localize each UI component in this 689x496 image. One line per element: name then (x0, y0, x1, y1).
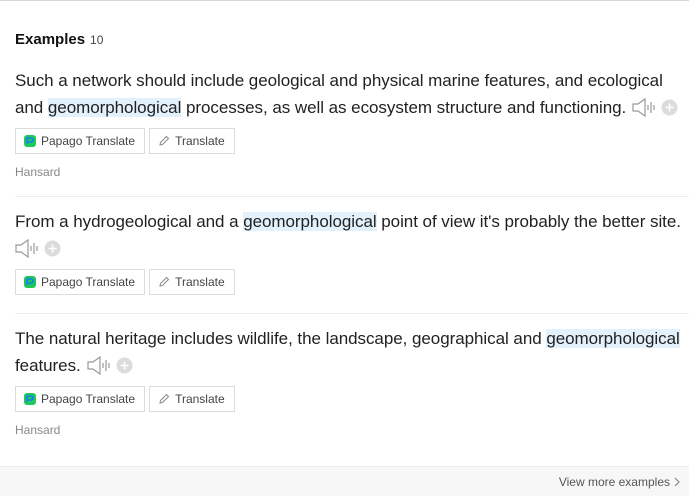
example-count: 10 (90, 33, 104, 47)
example-source: Hansard (15, 423, 61, 437)
highlighted-term: geomorphological (47, 98, 182, 117)
speaker-icon[interactable] (632, 98, 658, 117)
papago-translate-button[interactable]: Papago Translate (15, 128, 146, 154)
highlighted-term: geomorphological (546, 329, 680, 348)
pencil-icon (159, 276, 170, 287)
chevron-right-icon (674, 477, 680, 487)
example-sentence: From a hydrogeological and a geomorpholo… (15, 208, 689, 262)
plus-circle-icon[interactable] (116, 357, 133, 374)
translate-button[interactable]: Translate (149, 269, 235, 295)
pencil-icon (159, 393, 170, 404)
translate-button[interactable]: Translate (149, 386, 235, 412)
example-item: From a hydrogeological and a geomorpholo… (15, 208, 689, 295)
example-divider (15, 313, 689, 314)
examples-header: Examples 10 (15, 31, 103, 48)
plus-circle-icon[interactable] (44, 240, 61, 257)
top-divider (0, 0, 689, 2)
example-divider (15, 196, 689, 197)
papago-translate-button[interactable]: Papago Translate (15, 269, 146, 295)
plus-circle-icon[interactable] (661, 99, 678, 116)
speaker-icon[interactable] (87, 356, 113, 375)
example-sentence: Such a network should include geological… (15, 67, 689, 121)
papago-logo-icon (24, 276, 36, 288)
papago-translate-button[interactable]: Papago Translate (15, 386, 146, 412)
papago-logo-icon (24, 135, 36, 147)
speaker-icon[interactable] (15, 239, 41, 258)
example-item: Such a network should include geological… (15, 67, 689, 179)
pencil-icon (159, 135, 170, 146)
translate-button[interactable]: Translate (149, 128, 235, 154)
papago-logo-icon (24, 393, 36, 405)
example-sentence: The natural heritage includes wildlife, … (15, 329, 680, 375)
section-title: Examples (15, 31, 86, 48)
view-more-examples-link[interactable]: View more examples (559, 475, 680, 489)
example-source: Hansard (15, 165, 61, 179)
examples-footer: View more examples (0, 466, 689, 496)
highlighted-term: geomorphological (243, 212, 377, 231)
example-item: The natural heritage includes wildlife, … (15, 325, 689, 437)
